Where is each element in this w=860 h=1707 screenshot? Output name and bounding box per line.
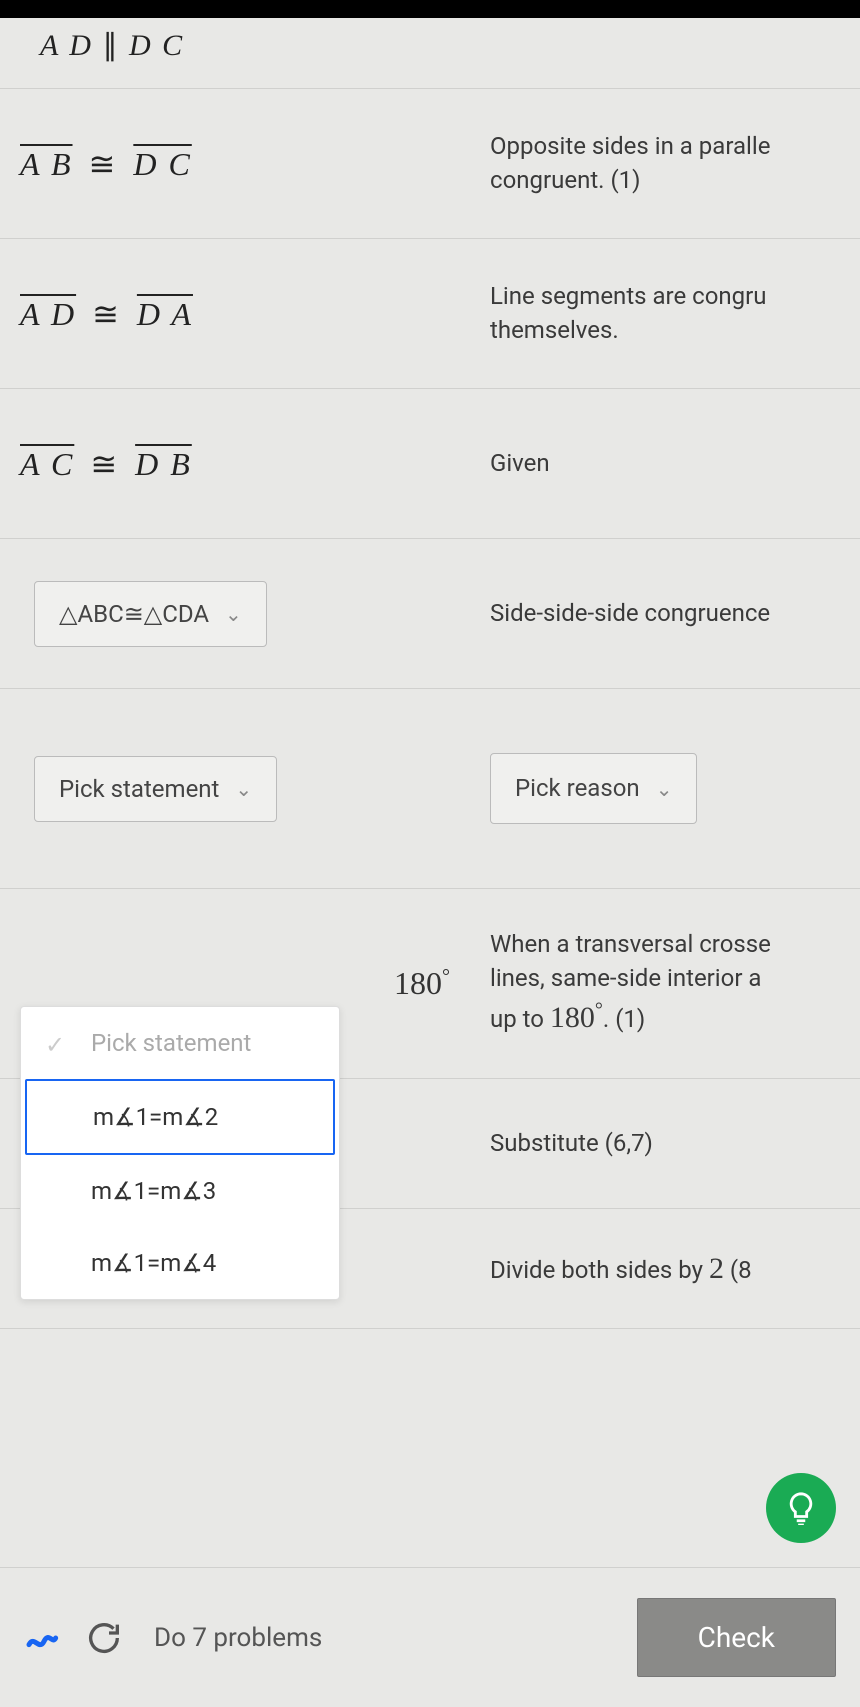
proof-row-0: A D ∥ D C	[0, 18, 860, 89]
proof-row-4: △ABC≅△CDA ⌄ Side-side-side congruence	[0, 539, 860, 689]
reason-2: Line segments are congru themselves.	[490, 280, 860, 347]
reason-8: Divide both sides by 2 (8	[490, 1248, 860, 1290]
proof-row-1: A B ≅ D C Opposite sides in a paralle co…	[0, 89, 860, 239]
dropdown-option-3[interactable]: m∡1=m∡4	[21, 1227, 339, 1299]
check-button[interactable]: Check	[637, 1598, 836, 1677]
squiggle-icon[interactable]	[24, 1618, 64, 1658]
hint-button[interactable]	[766, 1473, 836, 1543]
statement-3: A C ≅ D B	[20, 446, 192, 482]
dropdown-header[interactable]: ✓ Pick statement	[21, 1007, 339, 1079]
statement-2: A D ≅ D A	[20, 296, 193, 332]
reason-6: When a transversal crosse lines, same-si…	[490, 928, 860, 1038]
statement-dropdown-menu: ✓ Pick statement m∡1=m∡2 m∡1=m∡3 m∡1=m∡4	[20, 1006, 340, 1300]
statement-1: A B ≅ D C	[20, 146, 192, 182]
dropdown-option-2[interactable]: m∡1=m∡3	[21, 1155, 339, 1227]
dropdown-header-label: Pick statement	[91, 1029, 251, 1057]
reason-1: Opposite sides in a paralle congruent. (…	[490, 130, 860, 197]
do-problems-label: Do 7 problems	[154, 1623, 322, 1653]
bottom-bar: Do 7 problems Check	[0, 1567, 860, 1707]
reason-5-dropdown[interactable]: Pick reason ⌄	[490, 753, 697, 825]
reason-7: Substitute (6,7)	[490, 1127, 860, 1161]
statement-4-value: △ABC≅△CDA	[59, 600, 209, 628]
chevron-down-icon: ⌄	[225, 602, 242, 626]
statement-6-value: 180°180°	[394, 965, 450, 1002]
statement-5-value: Pick statement	[59, 775, 219, 803]
check-icon: ✓	[45, 1031, 65, 1059]
lightbulb-icon	[784, 1491, 818, 1525]
statement-5-dropdown[interactable]: Pick statement ⌄	[34, 756, 277, 822]
reason-4: Side-side-side congruence	[490, 597, 860, 631]
refresh-icon[interactable]	[84, 1618, 124, 1658]
dropdown-option-1[interactable]: m∡1=m∡2	[25, 1079, 335, 1155]
statement-0: A D ∥ D C	[20, 29, 184, 62]
reason-5-value: Pick reason	[515, 772, 640, 806]
status-bar	[0, 0, 860, 18]
statement-4-dropdown[interactable]: △ABC≅△CDA ⌄	[34, 581, 267, 647]
chevron-down-icon: ⌄	[656, 775, 673, 803]
chevron-down-icon: ⌄	[235, 777, 252, 801]
proof-row-2: A D ≅ D A Line segments are congru thems…	[0, 239, 860, 389]
proof-row-5: Pick statement ⌄ Pick reason ⌄	[0, 689, 860, 889]
reason-3: Given	[490, 447, 860, 481]
proof-row-3: A C ≅ D B Given	[0, 389, 860, 539]
